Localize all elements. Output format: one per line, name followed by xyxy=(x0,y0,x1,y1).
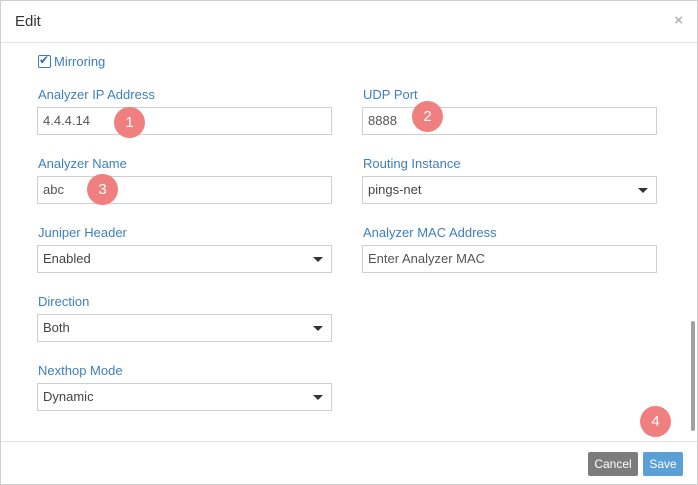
dialog-title: Edit xyxy=(15,13,41,30)
routing-instance-select[interactable]: pings-net xyxy=(362,176,657,204)
direction-label: Direction xyxy=(38,294,90,309)
routing-instance-value: pings-net xyxy=(368,182,422,197)
nexthop-mode-value: Dynamic xyxy=(43,389,94,404)
dialog-footer: Cancel Save xyxy=(1,441,697,485)
analyzer-name-label: Analyzer Name xyxy=(38,156,127,171)
caret-down-icon xyxy=(313,257,323,262)
checkmark-icon: ✔ xyxy=(39,53,50,67)
juniper-header-label: Juniper Header xyxy=(38,225,127,240)
mirroring-label: Mirroring xyxy=(54,54,106,69)
caret-down-icon xyxy=(313,326,323,331)
scrollbar-thumb[interactable] xyxy=(691,321,695,431)
edit-dialog: Edit × ✔ Mirroring Analyzer IP Address 4… xyxy=(0,0,698,485)
dialog-body: ✔ Mirroring Analyzer IP Address 4.4.4.14… xyxy=(1,44,697,440)
direction-value: Both xyxy=(43,320,70,335)
nexthop-mode-label: Nexthop Mode xyxy=(38,363,123,378)
close-icon[interactable]: × xyxy=(674,12,683,29)
udp-port-label: UDP Port xyxy=(363,87,418,102)
mirroring-checkbox[interactable]: ✔ xyxy=(38,53,51,68)
caret-down-icon xyxy=(313,395,323,400)
udp-port-input[interactable]: 8888 xyxy=(362,107,657,135)
routing-instance-label: Routing Instance xyxy=(363,156,461,171)
annotation-badge: 3 xyxy=(87,174,118,205)
save-button[interactable]: Save xyxy=(643,452,683,476)
mirroring-checkbox-row[interactable]: ✔ Mirroring xyxy=(38,53,106,69)
analyzer-ip-input[interactable]: 4.4.4.14 xyxy=(37,107,332,135)
analyzer-ip-label: Analyzer IP Address xyxy=(38,87,155,102)
annotation-badge: 1 xyxy=(114,107,145,138)
direction-select[interactable]: Both xyxy=(37,314,332,342)
caret-down-icon xyxy=(638,188,648,193)
analyzer-mac-input[interactable]: Enter Analyzer MAC xyxy=(362,245,657,273)
analyzer-mac-label: Analyzer MAC Address xyxy=(363,225,497,240)
annotation-badge: 2 xyxy=(412,101,443,132)
juniper-header-select[interactable]: Enabled xyxy=(37,245,332,273)
juniper-header-value: Enabled xyxy=(43,251,91,266)
analyzer-name-input[interactable]: abc xyxy=(37,176,332,204)
dialog-header: Edit × xyxy=(1,1,697,43)
cancel-button[interactable]: Cancel xyxy=(588,452,638,476)
nexthop-mode-select[interactable]: Dynamic xyxy=(37,383,332,411)
annotation-badge: 4 xyxy=(640,406,671,437)
